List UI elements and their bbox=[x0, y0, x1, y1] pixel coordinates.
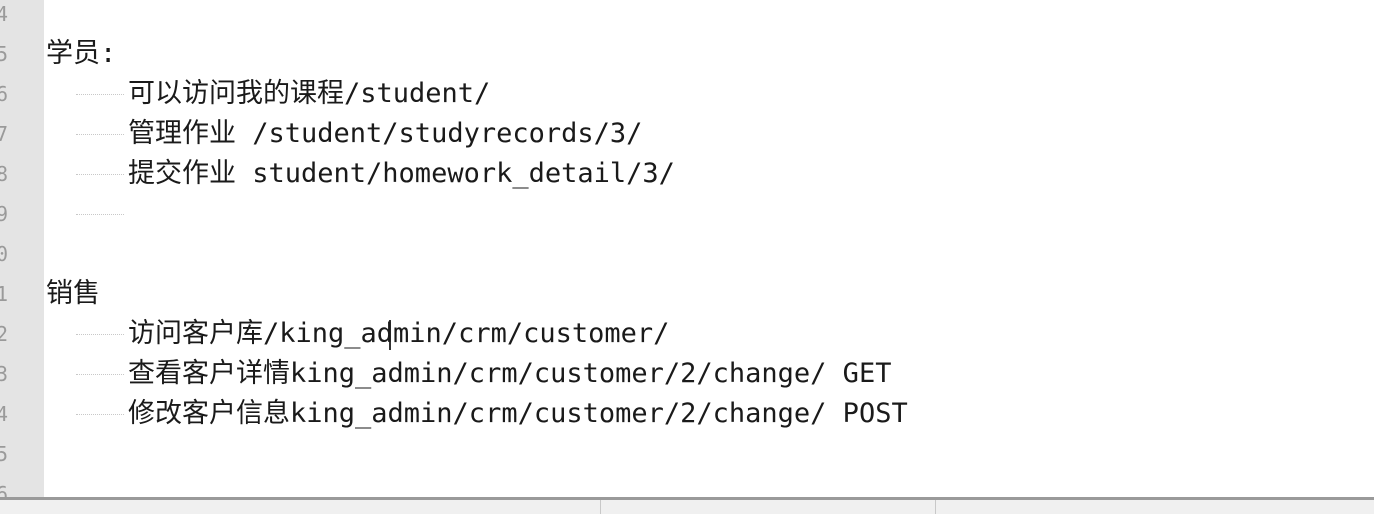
code-line[interactable]: 查看客户详情king_admin/crm/customer/2/change/ … bbox=[128, 354, 891, 394]
indent-guide bbox=[76, 414, 124, 415]
text-area[interactable]: 学员: 可以访问我的课程/student/管理作业 /student/studyr… bbox=[44, 0, 1374, 500]
indent-guide bbox=[76, 134, 124, 135]
text-editor[interactable]: 4567890123456 学员: 可以访问我的课程/student/管理作业 /… bbox=[0, 0, 1374, 500]
status-divider bbox=[600, 500, 601, 514]
code-line[interactable]: 提交作业 student/homework_detail/3/ bbox=[128, 154, 675, 194]
line-number: 5 bbox=[0, 42, 9, 66]
line-number: 4 bbox=[0, 402, 9, 426]
code-line[interactable]: 管理作业 /student/studyrecords/3/ bbox=[128, 114, 642, 154]
code-line[interactable]: 修改客户信息king_admin/crm/customer/2/change/ … bbox=[128, 394, 908, 434]
line-number: 2 bbox=[0, 322, 9, 346]
code-line[interactable]: 访问客户库/king_admin/crm/customer/ bbox=[128, 314, 669, 354]
indent-guide bbox=[76, 174, 124, 175]
line-number: 1 bbox=[0, 282, 9, 306]
line-number: 9 bbox=[0, 202, 9, 226]
status-divider bbox=[935, 500, 936, 514]
indent-guide bbox=[76, 334, 124, 335]
code-line[interactable]: 学员: bbox=[46, 34, 116, 74]
line-number: 4 bbox=[0, 2, 9, 26]
indent-guide bbox=[76, 214, 124, 215]
line-number: 6 bbox=[0, 82, 9, 106]
line-number-gutter: 4567890123456 bbox=[0, 0, 44, 500]
line-number: 8 bbox=[0, 162, 9, 186]
line-number: 3 bbox=[0, 362, 9, 386]
indent-guide bbox=[76, 374, 124, 375]
line-number: 7 bbox=[0, 122, 9, 146]
code-line[interactable]: 可以访问我的课程/student/ bbox=[128, 74, 490, 114]
indent-guide bbox=[76, 94, 124, 95]
code-line[interactable]: 销售 bbox=[46, 274, 100, 314]
line-number: 0 bbox=[0, 242, 9, 266]
status-bar bbox=[0, 497, 1374, 514]
line-number: 5 bbox=[0, 442, 9, 466]
